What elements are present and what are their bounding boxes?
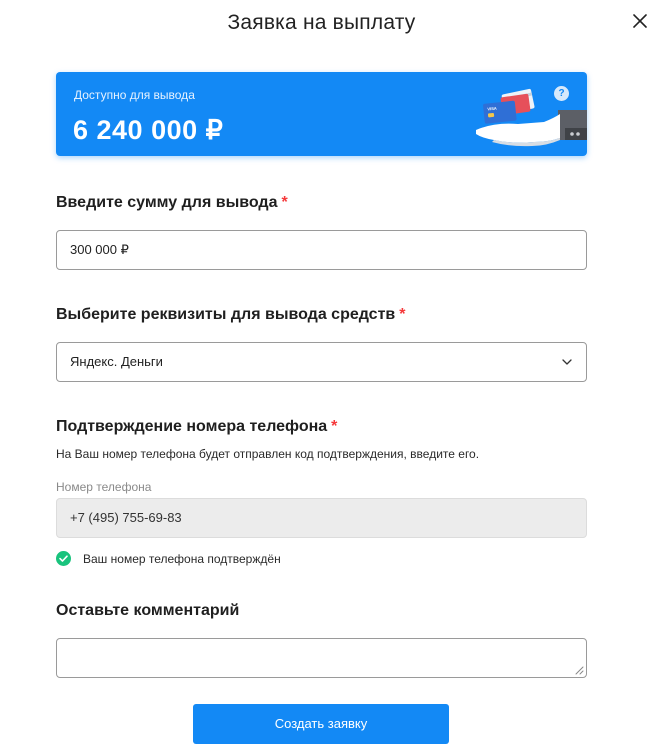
required-mark: * [399, 306, 406, 323]
requisites-select[interactable]: Яндекс. Деньги [56, 342, 587, 382]
requisites-section-title: Выберите реквизиты для вывода средств * [56, 306, 405, 324]
verified-text: Ваш номер телефона подтверждён [83, 551, 281, 566]
required-mark: * [331, 418, 338, 435]
cuff-button [576, 132, 580, 136]
chevron-down-icon [562, 359, 572, 365]
create-request-button[interactable]: Создать заявку [193, 704, 449, 744]
phone-field: +7 (495) 755-69-83 [56, 498, 587, 538]
phone-title-text: Подтверждение номера телефона [56, 418, 328, 435]
visa-card: VISA [483, 100, 517, 124]
balance-label: Доступно для вывода [74, 88, 195, 102]
close-button[interactable] [628, 9, 652, 33]
card-brand-text: VISA [487, 106, 497, 112]
comment-section-title: Оставьте комментарий [56, 602, 240, 619]
required-mark: * [281, 194, 288, 211]
cuff-button [570, 132, 574, 136]
requisites-title-text: Выберите реквизиты для вывода средств [56, 306, 396, 323]
balance-amount: 6 240 000 ₽ [73, 115, 224, 145]
phone-section-title: Подтверждение номера телефона * [56, 418, 337, 436]
amount-section-title: Введите сумму для вывода * [56, 194, 288, 212]
hand-with-card-illustration: VISA [476, 88, 587, 147]
balance-card: Доступно для вывода 6 240 000 ₽ ? VISA [56, 72, 587, 156]
comment-textarea[interactable] [56, 638, 587, 678]
close-icon [633, 14, 647, 28]
amount-title-text: Введите сумму для вывода [56, 194, 278, 211]
resize-handle-icon[interactable] [574, 665, 584, 675]
cuff-shape [565, 128, 587, 140]
phone-hint: На Ваш номер телефона будет отправлен ко… [56, 447, 480, 461]
requisites-selected-value: Яндекс. Деньги [70, 354, 163, 369]
phone-field-label: Номер телефона [56, 480, 152, 494]
modal-title: Заявка на выплату [227, 11, 416, 34]
check-circle-icon [56, 551, 71, 566]
amount-input[interactable]: 300 000 ₽ [56, 230, 587, 270]
phone-verified-status: Ваш номер телефона подтверждён [56, 551, 281, 566]
